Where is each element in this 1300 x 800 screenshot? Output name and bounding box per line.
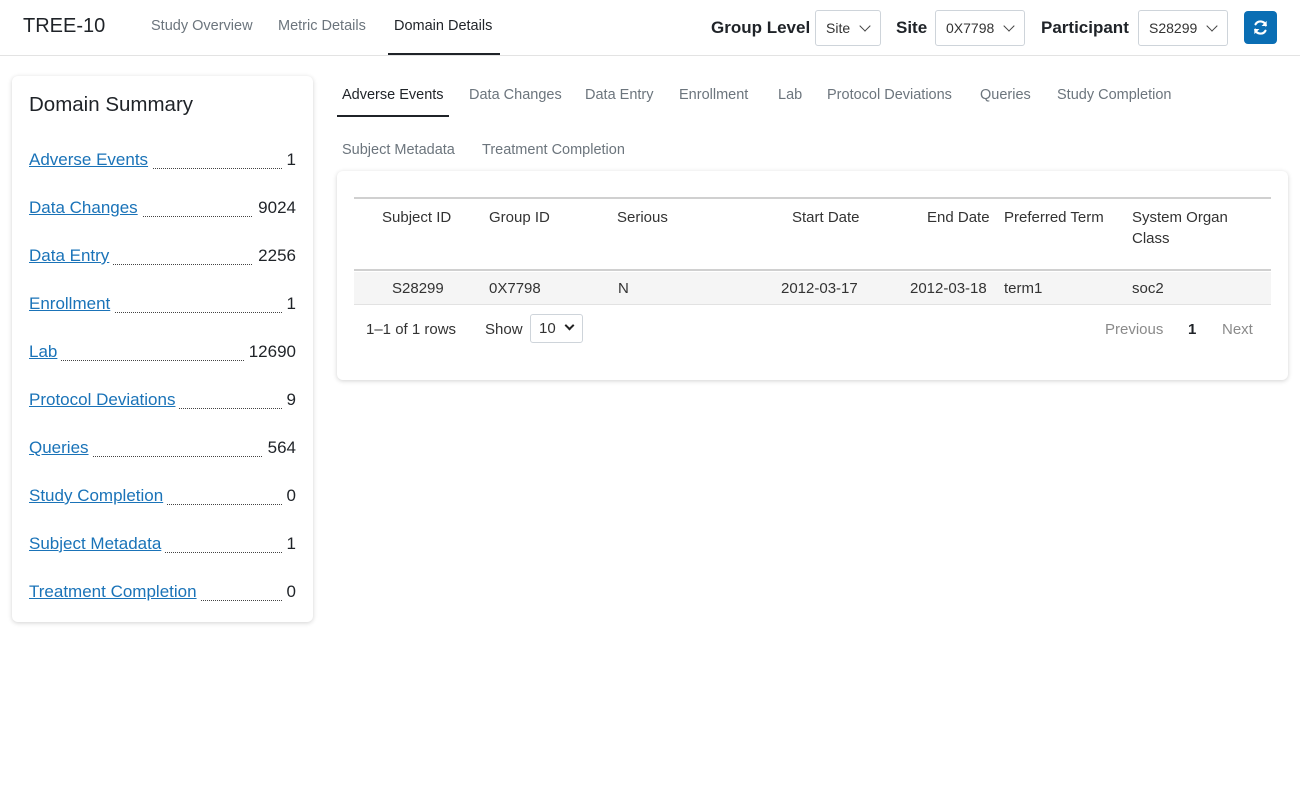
summary-link-enrollment[interactable]: Enrollment [29, 294, 115, 314]
chevron-down-icon [1003, 20, 1015, 32]
page-size-value: 10 [539, 320, 556, 337]
summary-link-lab[interactable]: Lab [29, 342, 62, 362]
cell-preferred-term: term1 [1004, 280, 1043, 297]
summary-count-data-changes: 9024 [253, 198, 296, 218]
summary-link-subject-metadata[interactable]: Subject Metadata [29, 534, 166, 554]
summary-link-treatment-completion[interactable]: Treatment Completion [29, 582, 201, 602]
chevron-down-icon [1206, 20, 1218, 32]
summary-row-adverse-events: Adverse Events 1 [29, 150, 296, 174]
tab-domain-details[interactable]: Domain Details [388, 18, 500, 55]
summary-link-data-entry[interactable]: Data Entry [29, 246, 114, 266]
summary-row-treatment-completion: Treatment Completion 0 [29, 582, 296, 606]
domain-tab-data-entry[interactable]: Data Entry [585, 87, 654, 117]
refresh-icon [1254, 20, 1267, 35]
domain-tab-adverse-events[interactable]: Adverse Events [337, 87, 449, 117]
summary-count-lab: 12690 [243, 342, 296, 362]
summary-link-data-changes[interactable]: Data Changes [29, 198, 142, 218]
domain-tab-subject-metadata[interactable]: Subject Metadata [342, 142, 455, 172]
domain-tab-data-changes[interactable]: Data Changes [469, 87, 562, 117]
next-page-button[interactable]: Next [1222, 321, 1253, 338]
domain-tab-protocol-deviations[interactable]: Protocol Deviations [827, 87, 952, 117]
domain-tab-treatment-completion[interactable]: Treatment Completion [482, 142, 625, 172]
cell-serious: N [618, 280, 629, 297]
summary-row-data-entry: Data Entry 2256 [29, 246, 296, 270]
site-value: 0X7798 [946, 20, 995, 36]
column-header-preferred-term[interactable]: Preferred Term [1004, 207, 1104, 228]
column-header-system-organ-class[interactable]: System Organ Class [1132, 207, 1252, 249]
summary-link-study-completion[interactable]: Study Completion [29, 486, 168, 506]
app-title: TREE-10 [23, 15, 106, 37]
page-1-button[interactable]: 1 [1188, 321, 1196, 338]
domain-tab-enrollment[interactable]: Enrollment [679, 87, 748, 117]
summary-row-subject-metadata: Subject Metadata 1 [29, 534, 296, 558]
summary-count-study-completion: 0 [281, 486, 296, 506]
summary-link-queries[interactable]: Queries [29, 438, 93, 458]
participant-label: Participant [1041, 18, 1129, 37]
tab-study-overview[interactable]: Study Overview [151, 18, 253, 55]
adverse-events-table-card: Subject ID Group ID Serious Start Date E… [337, 171, 1288, 380]
summary-count-enrollment: 1 [281, 294, 296, 314]
page-size-label: Show [485, 321, 523, 338]
summary-count-queries: 564 [262, 438, 296, 458]
previous-page-button[interactable]: Previous [1105, 321, 1163, 338]
column-header-end-date[interactable]: End Date [927, 207, 990, 228]
column-header-start-date[interactable]: Start Date [792, 207, 860, 228]
cell-start-date: 2012-03-17 [781, 280, 858, 297]
domain-tab-study-completion[interactable]: Study Completion [1057, 87, 1171, 117]
participant-select[interactable]: S28299 [1138, 10, 1228, 46]
summary-row-lab: Lab 12690 [29, 342, 296, 366]
site-select[interactable]: 0X7798 [935, 10, 1025, 46]
domain-summary-card: Domain Summary Adverse Events 1 Data Cha… [12, 76, 313, 622]
summary-count-protocol-deviations: 9 [281, 390, 296, 410]
summary-link-protocol-deviations[interactable]: Protocol Deviations [29, 390, 180, 410]
group-level-select[interactable]: Site [815, 10, 881, 46]
top-navbar: TREE-10 Study Overview Metric Details Do… [0, 0, 1300, 56]
column-header-serious[interactable]: Serious [617, 207, 668, 228]
summary-row-queries: Queries 564 [29, 438, 296, 462]
refresh-button[interactable] [1244, 11, 1277, 44]
chevron-down-icon [564, 320, 575, 331]
summary-row-enrollment: Enrollment 1 [29, 294, 296, 318]
cell-system-organ-class: soc2 [1132, 280, 1164, 297]
summary-row-study-completion: Study Completion 0 [29, 486, 296, 510]
domain-tab-lab[interactable]: Lab [778, 87, 802, 117]
tab-metric-details[interactable]: Metric Details [278, 18, 366, 55]
cell-group-id: 0X7798 [489, 280, 541, 297]
column-header-subject-id[interactable]: Subject ID [382, 207, 451, 228]
site-label: Site [896, 18, 928, 37]
summary-row-protocol-deviations: Protocol Deviations 9 [29, 390, 296, 414]
summary-link-adverse-events[interactable]: Adverse Events [29, 150, 153, 170]
column-header-group-id[interactable]: Group ID [489, 207, 550, 228]
summary-count-data-entry: 2256 [253, 246, 296, 266]
cell-end-date: 2012-03-18 [910, 280, 987, 297]
summary-count-treatment-completion: 0 [281, 582, 296, 602]
summary-count-subject-metadata: 1 [281, 534, 296, 554]
group-level-value: Site [826, 20, 851, 36]
group-level-label: Group Level [711, 18, 811, 37]
chevron-down-icon [859, 20, 871, 32]
cell-subject-id: S28299 [392, 280, 444, 297]
summary-count-adverse-events: 1 [281, 150, 296, 170]
row-count-summary: 1–1 of 1 rows [366, 321, 457, 338]
domain-summary-title: Domain Summary [29, 93, 194, 116]
table-row[interactable]: S28299 0X7798 N 2012-03-17 2012-03-18 te… [354, 272, 1271, 305]
domain-tab-queries[interactable]: Queries [980, 87, 1031, 117]
summary-row-data-changes: Data Changes 9024 [29, 198, 296, 222]
table-header: Subject ID Group ID Serious Start Date E… [354, 197, 1271, 271]
participant-value: S28299 [1149, 20, 1198, 36]
page-size-select[interactable]: 10 [530, 314, 583, 343]
